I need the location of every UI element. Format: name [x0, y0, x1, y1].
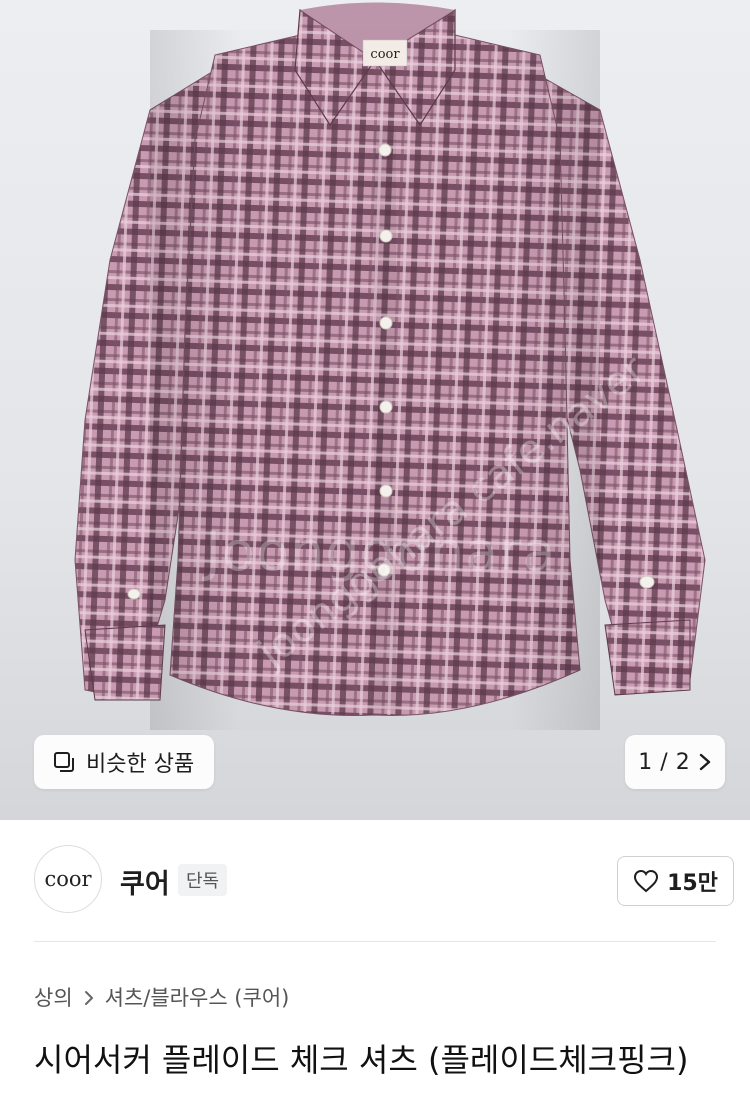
pager-total: 2	[675, 749, 690, 775]
image-pager[interactable]: 1 / 2	[625, 735, 725, 789]
product-image[interactable]: coor	[0, 0, 750, 820]
like-count: 15만	[667, 871, 718, 896]
breadcrumb-item-category[interactable]: 상의	[34, 982, 73, 1012]
breadcrumb: 상의 셔츠/블라우스 (쿠어)	[34, 982, 289, 1012]
chevron-right-icon	[83, 988, 95, 1006]
section-divider	[34, 941, 716, 942]
breadcrumb-item-subcategory[interactable]: 셔츠/블라우스 (쿠어)	[105, 982, 290, 1012]
pager-current: 1	[638, 749, 653, 775]
product-image-area[interactable]: coor Joonggonara joonggonara cafe.naver	[0, 0, 750, 820]
heart-outline-icon	[633, 869, 659, 893]
like-button[interactable]: 15만	[617, 856, 734, 906]
exclusive-badge: 단독	[178, 864, 228, 896]
similar-products-label: 비슷한 상품	[86, 752, 195, 777]
similar-products-button[interactable]: 비슷한 상품	[34, 735, 215, 789]
pager-separator: /	[660, 749, 668, 775]
brand-logo[interactable]: coor	[34, 845, 102, 913]
brand-tag-text: coor	[370, 47, 400, 62]
copy-icon	[52, 750, 76, 774]
product-title: 시어서커 플레이드 체크 셔츠 (플레이드체크핑크)	[34, 1041, 689, 1079]
chevron-right-icon[interactable]	[698, 752, 712, 772]
brand-name[interactable]: 쿠어	[120, 862, 170, 901]
